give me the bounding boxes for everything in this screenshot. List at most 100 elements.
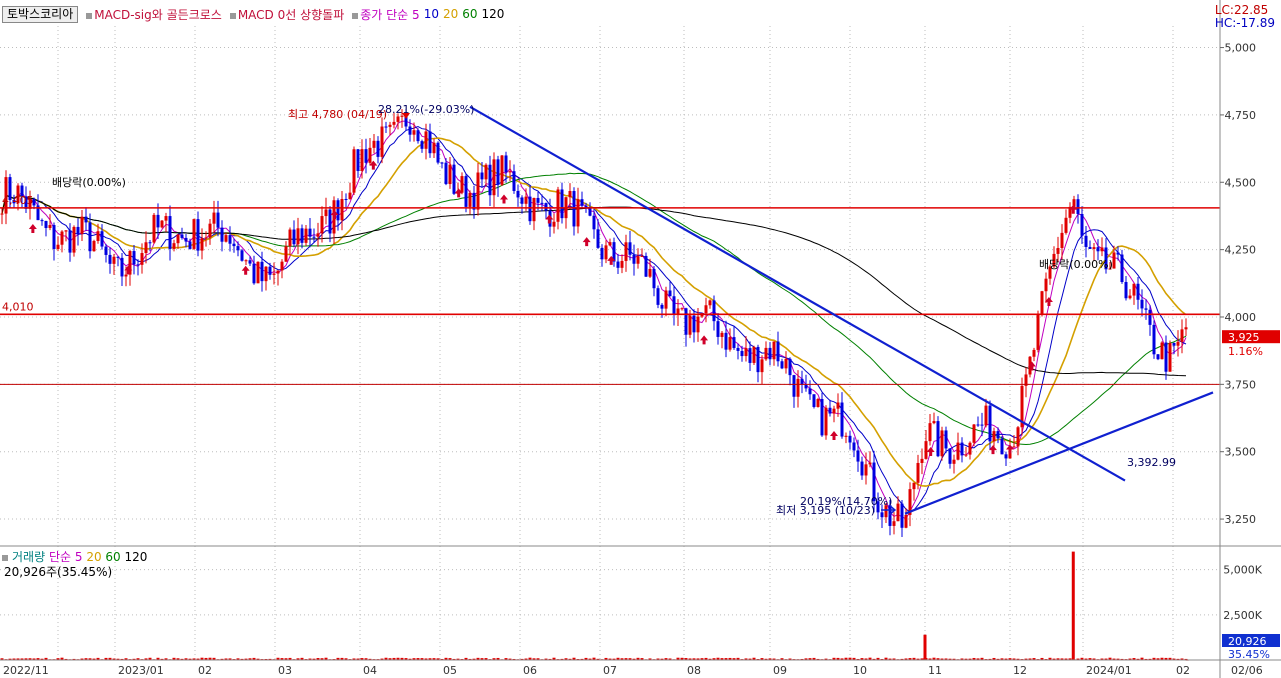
candle-body	[624, 242, 628, 261]
candle-body	[440, 162, 444, 164]
candle-body	[236, 246, 240, 251]
candle-body	[348, 192, 352, 200]
candle-body	[696, 316, 700, 333]
price-tick-label: 3,250	[1225, 513, 1257, 526]
candle-body	[712, 300, 716, 322]
candle-body	[108, 254, 112, 264]
price-tick-label: 4,000	[1225, 311, 1257, 324]
legend-item-ma5[interactable]: 종가 단순 5	[348, 6, 420, 23]
candle-body	[500, 155, 504, 185]
candle-body	[268, 266, 272, 275]
x-axis-label: 04	[363, 664, 377, 677]
candle-body	[248, 260, 252, 264]
candle-body	[604, 245, 608, 260]
dividend-annotation: 배당락(0.00%)	[52, 176, 126, 189]
candle-body	[812, 394, 816, 407]
candle-body	[608, 242, 612, 246]
candle-body	[256, 261, 260, 284]
candle-body	[0, 213, 4, 215]
price-tick-label: 5,000	[1225, 42, 1257, 55]
candle-body	[644, 255, 648, 277]
candle-body	[540, 202, 544, 204]
candle-body	[848, 435, 852, 443]
candle-body	[816, 399, 820, 407]
candle-body	[344, 199, 348, 201]
candle-body	[300, 228, 304, 243]
candle-body	[392, 121, 396, 125]
candle-body	[124, 274, 128, 277]
candle-body	[272, 273, 276, 275]
candle-body	[740, 350, 744, 357]
candle-body	[864, 464, 868, 476]
candle-body	[220, 227, 224, 242]
volume-legend-ma60[interactable]: 60	[105, 550, 120, 564]
candle-body	[832, 408, 836, 414]
volume-legend-ma120[interactable]: 120	[125, 550, 148, 564]
candle-body	[116, 256, 120, 258]
candle-body	[444, 162, 448, 185]
candle-body	[1176, 341, 1180, 346]
candle-body	[284, 246, 288, 262]
volume-legend-ma20[interactable]: 20	[86, 550, 101, 564]
candle-body	[928, 423, 932, 442]
legend-item-ma120[interactable]: 120	[482, 7, 505, 21]
candle-body	[968, 442, 972, 455]
candle-body	[1152, 324, 1156, 355]
candle-body	[860, 461, 864, 476]
candle-body	[532, 197, 536, 222]
price-chart[interactable]: 4,010 4,405 5,000 4,750 4,500 4,250 4,000 3,75…	[0, 0, 1281, 678]
candle-body	[164, 216, 168, 221]
candle-body	[1040, 291, 1044, 315]
candle-body	[824, 407, 828, 436]
volume-title[interactable]: 거래량	[12, 550, 45, 564]
legend-item-macd-zero[interactable]: MACD 0선 상향돌파	[226, 6, 344, 23]
candle-body	[1124, 281, 1128, 299]
legend-item-ma20[interactable]: 20	[443, 7, 458, 21]
legend-item-label: 종가 단순 5	[360, 7, 420, 22]
candle-body	[188, 241, 192, 249]
candle-body	[176, 234, 180, 244]
candle-body	[980, 424, 984, 426]
volume-spike	[923, 634, 927, 660]
candle-body	[792, 375, 796, 397]
candle-body	[484, 164, 488, 180]
candle-body	[228, 235, 232, 244]
candle-body	[200, 238, 204, 251]
candle-body	[788, 358, 792, 376]
legend-item-macd-golden[interactable]: MACD-sig와 골든크로스	[82, 6, 222, 23]
candle-body	[1148, 309, 1152, 325]
volume-current-label: 20,926	[1228, 635, 1267, 648]
legend-item-ma10[interactable]: 10	[424, 7, 439, 21]
candle-body	[132, 251, 136, 265]
candle-body	[688, 315, 692, 335]
candle-body	[1080, 213, 1084, 236]
candle-body	[720, 332, 724, 337]
legend-square-icon	[86, 12, 93, 19]
chart-legend: 토박스코리아 MACD-sig와 골든크로스 MACD 0선 상향돌파 종가 단…	[2, 5, 504, 23]
x-axis-label: 2024/01	[1086, 664, 1132, 677]
candle-body	[376, 140, 380, 157]
candle-body	[580, 199, 584, 206]
candle-body	[244, 260, 248, 262]
x-axis-label: 02	[198, 664, 212, 677]
high-annotation: 최고 4,780 (04/19)	[288, 108, 387, 121]
candle-body	[320, 216, 324, 234]
legend-item-ma60[interactable]: 60	[462, 7, 477, 21]
candle-body	[100, 231, 104, 247]
legend-item-label: MACD 0선 상향돌파	[237, 7, 345, 22]
volume-spike	[1071, 551, 1075, 660]
candle-body	[280, 261, 284, 271]
candle-body	[1128, 295, 1132, 299]
candle-body	[204, 237, 208, 239]
candle-body	[880, 512, 884, 518]
volume-legend-ma5[interactable]: 단순 5	[49, 550, 83, 564]
candle-body	[168, 216, 172, 249]
price-tick-label: 3,750	[1225, 378, 1257, 391]
x-axis-label: 2022/11	[3, 664, 49, 677]
chart-background	[0, 0, 1281, 678]
candle-body	[784, 358, 788, 369]
candle-body	[904, 514, 908, 528]
candle-body	[48, 225, 52, 229]
candle-body	[852, 442, 856, 451]
ticker-name-box[interactable]: 토박스코리아	[2, 5, 79, 23]
